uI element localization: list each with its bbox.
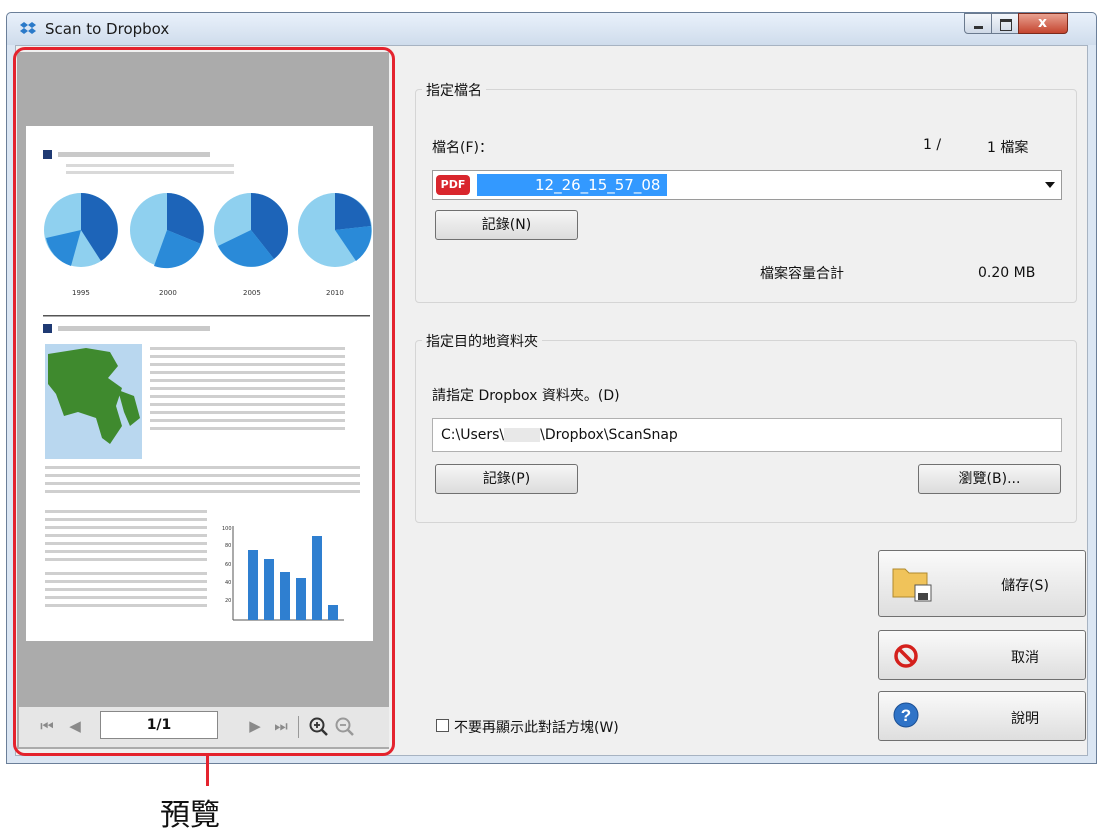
svg-text:?: ? bbox=[901, 706, 911, 725]
total-size-label: 檔案容量合計 bbox=[760, 266, 844, 282]
browse-button[interactable]: 瀏覽(B)... bbox=[918, 464, 1061, 494]
save-label: 儲存(S) bbox=[1001, 578, 1049, 594]
record-filename-button[interactable]: 記錄(N) bbox=[435, 210, 578, 240]
callout-line bbox=[206, 756, 209, 786]
folder-path-field[interactable]: C:\Users\ \Dropbox\ScanSnap bbox=[432, 418, 1062, 452]
close-button[interactable]: x bbox=[1018, 13, 1068, 34]
window-title: Scan to Dropbox bbox=[45, 20, 170, 38]
callout-label: 預覽 bbox=[160, 798, 220, 833]
title-bar: Scan to Dropbox x bbox=[7, 13, 1096, 45]
maximize-icon bbox=[1000, 19, 1012, 31]
help-icon: ? bbox=[893, 702, 919, 728]
help-label: 說明 bbox=[1011, 711, 1039, 727]
dont-show-label[interactable]: 不要再顯示此對話方塊(W) bbox=[454, 717, 619, 737]
dropbox-icon bbox=[20, 22, 36, 34]
folder-path-prefix: C:\Users\ bbox=[441, 427, 505, 443]
close-icon: x bbox=[1038, 15, 1048, 31]
preview-highlight-frame bbox=[13, 47, 395, 756]
pdf-icon: PDF bbox=[436, 175, 470, 195]
cancel-button[interactable]: 取消 bbox=[878, 630, 1086, 680]
no-entry-icon bbox=[894, 644, 918, 668]
file-count-current: 1 / bbox=[923, 137, 942, 153]
folder-group-title: 指定目的地資料夾 bbox=[422, 331, 542, 351]
maximize-button[interactable] bbox=[991, 13, 1019, 34]
minimize-button[interactable] bbox=[964, 13, 992, 34]
record-folder-button[interactable]: 記錄(P) bbox=[435, 464, 578, 494]
filename-group-title: 指定檔名 bbox=[422, 80, 486, 100]
filename-value[interactable]: 12_26_15_57_08 bbox=[477, 174, 667, 196]
dropdown-arrow-icon[interactable] bbox=[1045, 182, 1055, 188]
save-button[interactable]: 儲存(S) bbox=[878, 550, 1086, 617]
folder-save-icon bbox=[892, 568, 932, 602]
filename-combo[interactable]: PDF 12_26_15_57_08 bbox=[432, 170, 1062, 200]
filename-label: 檔名(F)： bbox=[432, 140, 493, 156]
minimize-icon bbox=[974, 26, 983, 29]
cancel-label: 取消 bbox=[1011, 650, 1039, 666]
folder-path-suffix: \Dropbox\ScanSnap bbox=[540, 427, 678, 443]
help-button[interactable]: ? 說明 bbox=[878, 691, 1086, 741]
redacted-username bbox=[504, 428, 541, 442]
file-count-total: 1 檔案 bbox=[987, 140, 1029, 156]
folder-instruction: 請指定 Dropbox 資料夾。(D) bbox=[432, 388, 620, 404]
dont-show-checkbox[interactable] bbox=[436, 719, 449, 732]
total-size-value: 0.20 MB bbox=[978, 265, 1036, 281]
